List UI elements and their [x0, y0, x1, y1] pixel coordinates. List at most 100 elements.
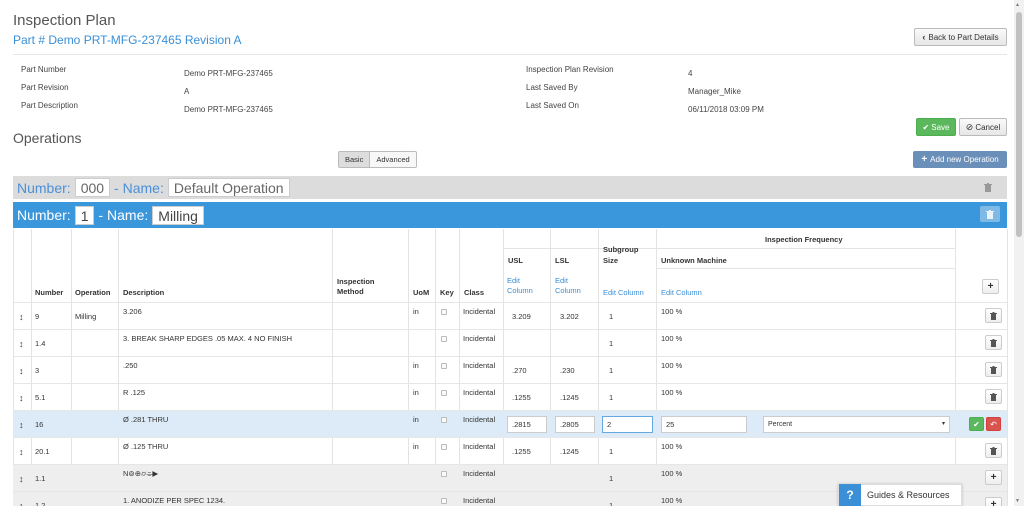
- delete-row-button[interactable]: [985, 308, 1002, 323]
- add-row-button[interactable]: +: [982, 279, 999, 294]
- drag-handle-icon[interactable]: ↕: [19, 330, 24, 357]
- row-usl: .1255: [512, 393, 531, 402]
- usl-input[interactable]: .2815: [507, 416, 547, 433]
- delete-operation-button[interactable]: [978, 179, 998, 195]
- key-checkbox[interactable]: [441, 379, 447, 406]
- lsl-header: LSL: [555, 256, 570, 265]
- key-checkbox[interactable]: [441, 460, 447, 487]
- operation-name-label: - Name:: [114, 179, 164, 196]
- usl-header: USL: [508, 256, 523, 265]
- chevron-left-icon: ‹: [922, 32, 926, 42]
- operation-name-field[interactable]: Default Operation: [167, 178, 290, 197]
- row-number: 1.1: [35, 474, 46, 483]
- frequency-input[interactable]: 25: [661, 416, 747, 433]
- header-divider: [656, 268, 955, 269]
- drag-handle-icon[interactable]: ↕: [19, 438, 24, 465]
- edit-column-lsl-link[interactable]: Edit Column: [555, 276, 591, 296]
- cancel-button[interactable]: ⊘ Cancel: [959, 118, 1007, 136]
- delete-operation-button[interactable]: [980, 206, 1000, 222]
- key-checkbox[interactable]: [441, 352, 447, 379]
- scroll-down-icon[interactable]: ▼: [1015, 498, 1020, 504]
- drag-handle-icon[interactable]: ↕: [19, 384, 24, 411]
- row-class: Incidental: [463, 361, 496, 370]
- save-button[interactable]: ✔ Save: [916, 118, 956, 136]
- table-row[interactable]: ↕ 20.1 Ø .125 THRU in Incidental .1255 .1245 1 1…: [13, 437, 1007, 464]
- operation-header-000[interactable]: Number: 000 - Name: Default Operation: [13, 176, 1007, 199]
- edit-column-usl-link[interactable]: Edit Column: [507, 276, 543, 296]
- undo-row-button[interactable]: ↶: [986, 417, 1001, 431]
- key-checkbox[interactable]: [441, 433, 447, 460]
- trash-icon: [990, 311, 997, 320]
- part-revision-value: A: [184, 87, 190, 96]
- number-header: Number: [35, 288, 64, 297]
- row-uom: in: [413, 388, 419, 397]
- operation-number-field[interactable]: 000: [74, 178, 111, 197]
- last-saved-by-label: Last Saved By: [526, 83, 578, 92]
- checkbox-icon: [441, 335, 447, 342]
- delete-row-button[interactable]: [985, 335, 1002, 350]
- key-checkbox[interactable]: [441, 487, 447, 506]
- row-number: 5.1: [35, 393, 46, 402]
- back-button-label: Back to Part Details: [928, 32, 999, 42]
- scroll-up-icon[interactable]: ▲: [1015, 2, 1020, 8]
- checkbox-icon: [441, 389, 447, 396]
- add-row-button[interactable]: +: [985, 497, 1002, 506]
- guides-resources-button[interactable]: ? Guides & Resources: [838, 484, 962, 506]
- row-number: 1.4: [35, 339, 46, 348]
- add-row-button[interactable]: +: [985, 470, 1002, 485]
- row-uom: in: [413, 442, 419, 451]
- header-divider: [503, 248, 955, 249]
- confirm-row-button[interactable]: ✔: [969, 417, 984, 431]
- drag-handle-icon[interactable]: ↕: [19, 411, 24, 438]
- row-subgroup: 1: [609, 393, 614, 402]
- delete-row-button[interactable]: [985, 362, 1002, 377]
- edit-column-subgroup-link[interactable]: Edit Column: [603, 288, 644, 297]
- scrollbar-thumb[interactable]: [1016, 12, 1022, 237]
- row-class: Incidental: [463, 388, 496, 397]
- row-lsl: 3.202: [560, 312, 579, 321]
- row-description: Ø .281 THRU: [123, 415, 169, 424]
- operation-header-1[interactable]: Number: 1 - Name: Milling: [13, 202, 1007, 228]
- row-description: N⊚⊕⌭⌯▶: [123, 468, 159, 478]
- row-subgroup: 1: [609, 447, 614, 456]
- delete-row-button[interactable]: [985, 443, 1002, 458]
- row-subgroup: 1: [609, 474, 614, 483]
- key-checkbox[interactable]: [441, 325, 447, 352]
- edit-column-machine-link[interactable]: Edit Column: [661, 288, 702, 297]
- tab-basic[interactable]: Basic: [339, 152, 371, 167]
- key-checkbox[interactable]: [441, 406, 447, 433]
- plus-icon: +: [921, 154, 928, 165]
- delete-row-button[interactable]: [985, 389, 1002, 404]
- drag-handle-icon[interactable]: ↕: [19, 492, 24, 506]
- key-checkbox[interactable]: [441, 298, 447, 325]
- operation-name-field[interactable]: Milling: [152, 205, 204, 225]
- ban-icon: ⊘: [965, 121, 974, 132]
- row-usl: .1255: [512, 447, 531, 456]
- part-number-label: Part Number: [21, 65, 67, 74]
- machine-header: Unknown Machine: [661, 256, 727, 265]
- drag-handle-icon[interactable]: ↕: [19, 303, 24, 330]
- checkbox-icon: [441, 443, 447, 450]
- lsl-input[interactable]: .2805: [555, 416, 595, 433]
- row-number: 1.2: [35, 501, 46, 506]
- tab-advanced[interactable]: Advanced: [370, 152, 416, 167]
- subgroup-input[interactable]: 2: [602, 416, 653, 433]
- operation-name-label: - Name:: [98, 207, 149, 223]
- drag-handle-icon[interactable]: ↕: [19, 357, 24, 384]
- frequency-unit-select[interactable]: Percent ▾: [763, 416, 950, 433]
- table-row[interactable]: ↕ 1.4 3. BREAK SHARP EDGES .05 MAX. 4 NO F…: [13, 329, 1007, 356]
- back-to-part-details-button[interactable]: ‹ Back to Part Details: [914, 28, 1007, 46]
- row-frequency: 100 %: [661, 496, 683, 505]
- checkbox-icon: [441, 416, 447, 423]
- row-subgroup: 1: [609, 312, 614, 321]
- row-class: Incidental: [463, 334, 496, 343]
- caret-down-icon: ▾: [941, 421, 945, 427]
- table-row[interactable]: ↕ 3 .250 in Incidental .270 .230 1 100 %: [13, 356, 1007, 383]
- operation-number-field[interactable]: 1: [74, 205, 95, 225]
- row-operation: Milling: [75, 312, 97, 321]
- row-description: 3.206: [123, 307, 142, 316]
- row-description: .250: [123, 361, 138, 370]
- add-new-operation-button[interactable]: + Add new Operation: [913, 151, 1007, 168]
- drag-handle-icon[interactable]: ↕: [19, 465, 24, 492]
- row-lsl: .1245: [560, 447, 579, 456]
